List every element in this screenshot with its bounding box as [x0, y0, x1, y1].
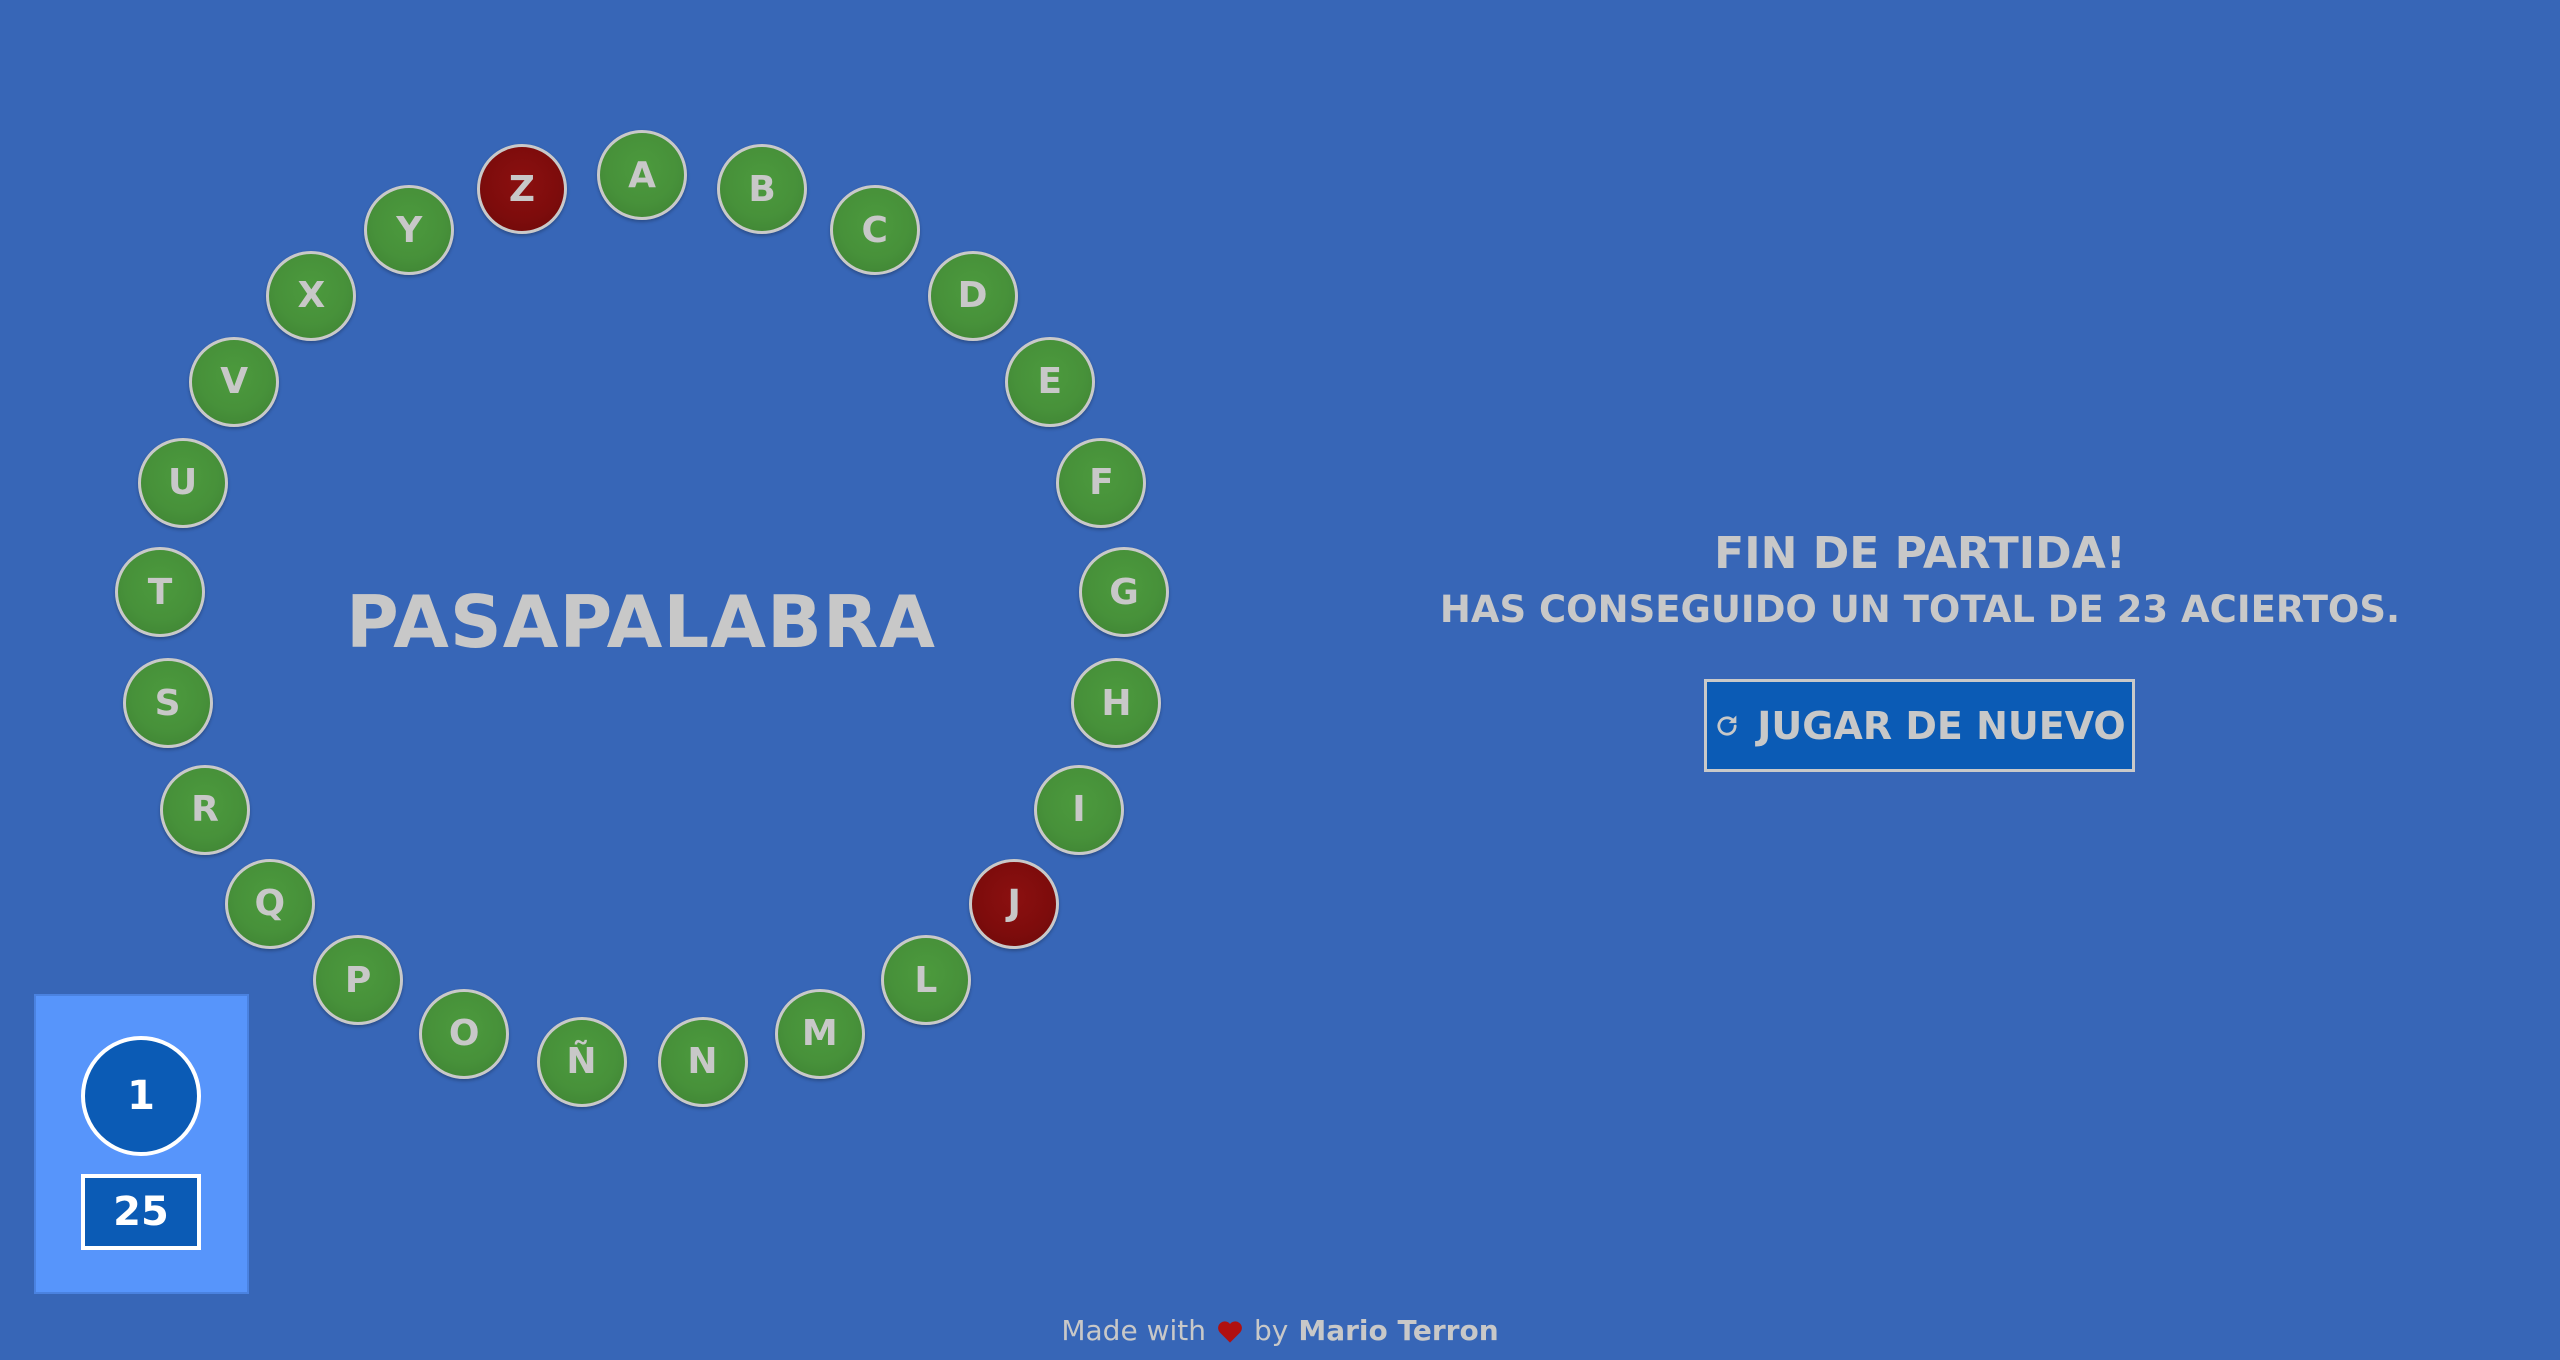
- letter-t: T: [115, 547, 205, 638]
- letter-o: O: [419, 988, 510, 1079]
- game-title: PASAPALABRA: [346, 580, 936, 664]
- play-again-button[interactable]: JUGAR DE NUEVO: [1704, 679, 2135, 772]
- letter-y: Y: [364, 185, 455, 275]
- letter-m: M: [774, 988, 865, 1079]
- letter-s: S: [122, 658, 213, 749]
- letter-x: X: [266, 250, 357, 341]
- letter-d: D: [927, 250, 1018, 341]
- letter-h: H: [1071, 658, 1162, 749]
- letter-v: V: [189, 336, 280, 427]
- result-summary: HAS CONSEGUIDO UN TOTAL DE 23 ACIERTOS.: [1439, 588, 2401, 631]
- letter-j: J: [969, 858, 1060, 949]
- letter-b: B: [717, 144, 808, 234]
- letter-g: G: [1079, 547, 1169, 638]
- letter-u: U: [137, 437, 228, 528]
- letter-q: Q: [224, 858, 315, 949]
- footer-author-link[interactable]: Mario Terron: [1298, 1314, 1498, 1347]
- score-panel: 1 25: [34, 994, 249, 1294]
- footer-made-with: Made with: [1061, 1314, 1206, 1347]
- letter-z: Z: [476, 144, 567, 234]
- letter-l: L: [880, 935, 971, 1025]
- letter-c: C: [829, 185, 920, 275]
- footer-by: by: [1253, 1314, 1289, 1347]
- play-again-label: JUGAR DE NUEVO: [1757, 703, 2126, 748]
- result-headline: FIN DE PARTIDA!: [1714, 528, 2126, 579]
- letter-r: R: [160, 764, 250, 855]
- letter-e: E: [1004, 336, 1095, 427]
- heart-icon: [1216, 1318, 1244, 1344]
- score-circle: 1: [81, 1036, 201, 1156]
- letter-f: F: [1056, 437, 1147, 528]
- letter-i: I: [1034, 764, 1124, 855]
- letter-ñ: Ñ: [536, 1016, 627, 1107]
- refresh-icon: [1713, 712, 1741, 740]
- letter-p: P: [313, 935, 404, 1025]
- score-box: 25: [81, 1174, 201, 1250]
- footer: Made with by Mario Terron: [0, 1314, 2560, 1347]
- letter-n: N: [657, 1016, 748, 1107]
- letter-a: A: [597, 130, 687, 220]
- result-panel: FIN DE PARTIDA! HAS CONSEGUIDO UN TOTAL …: [1420, 520, 2420, 632]
